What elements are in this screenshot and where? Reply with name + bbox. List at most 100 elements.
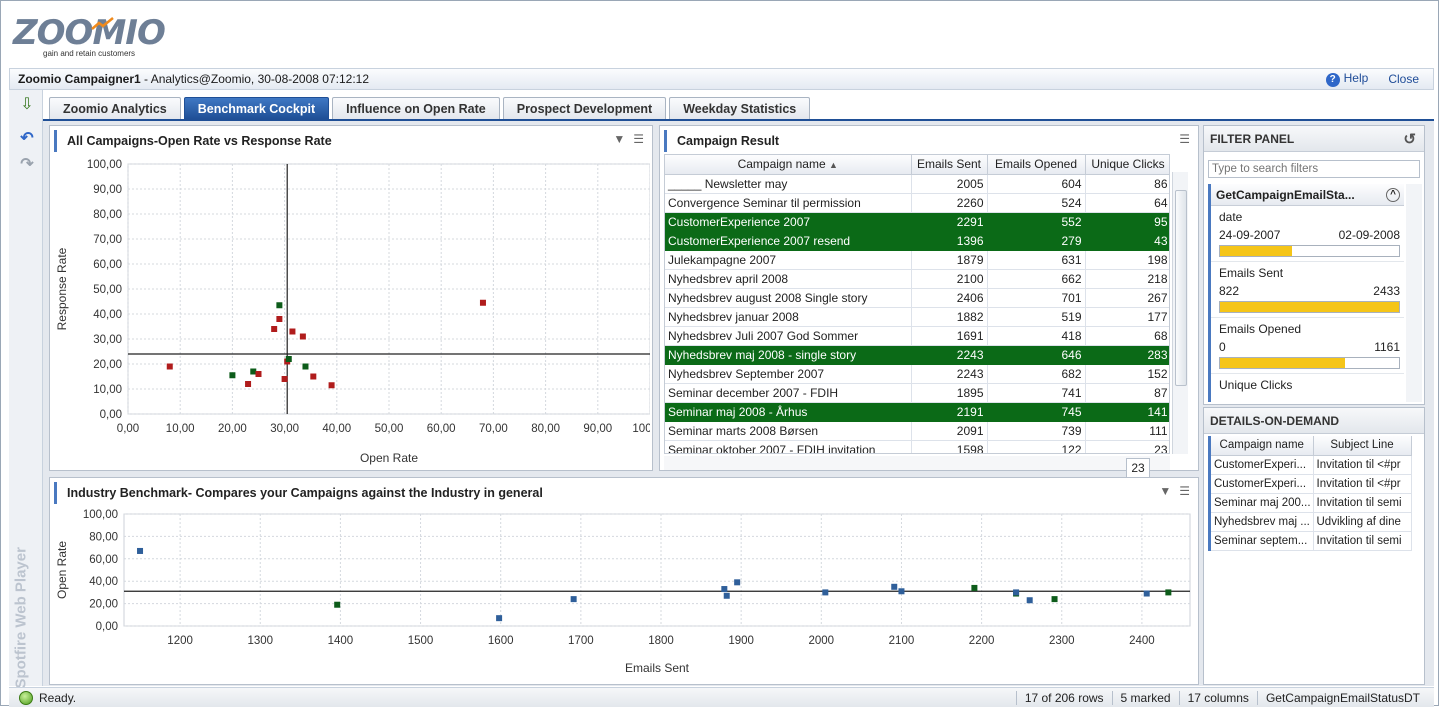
filter-item[interactable]: Emails Opened 0 1161 bbox=[1211, 318, 1404, 374]
details-row[interactable]: Seminar maj 200... Invitation til semi bbox=[1211, 493, 1412, 513]
help-icon: ? bbox=[1325, 73, 1340, 87]
y-tick-label: 50,00 bbox=[93, 284, 122, 296]
status-table: GetCampaignEmailStatusDT bbox=[1256, 690, 1434, 705]
tab-bar: Zoomio Analytics Benchmark Cockpit Influ… bbox=[49, 97, 811, 119]
table-row[interactable]: CustomerExperience 2007 resend 1396 279 43 bbox=[665, 231, 1169, 251]
filter-range-slider[interactable] bbox=[1219, 357, 1400, 369]
table-row[interactable]: Nyhedsbrev april 2008 2100 662 218 bbox=[665, 269, 1169, 289]
y-tick-label: 100,00 bbox=[87, 159, 122, 171]
filter-item[interactable]: Emails Sent 822 2433 bbox=[1211, 262, 1404, 318]
data-point bbox=[479, 299, 486, 306]
tab-weekday-statistics[interactable]: Weekday Statistics bbox=[669, 97, 811, 119]
table-cell-clicks: 141 bbox=[1085, 402, 1169, 422]
table-cell-name: CustomerExperience 2007 resend bbox=[665, 231, 912, 251]
table-row[interactable]: Nyhedsbrev Juli 2007 God Sommer 1691 418 68 bbox=[665, 326, 1169, 346]
tab-benchmark-cockpit[interactable]: Benchmark Cockpit bbox=[183, 97, 330, 119]
x-tick-label: 1200 bbox=[167, 635, 193, 647]
table-cell-clicks: 152 bbox=[1085, 364, 1169, 384]
table-row[interactable]: CustomerExperience 2007 2291 552 95 bbox=[665, 212, 1169, 232]
y-axis-label: Open Rate bbox=[55, 541, 69, 599]
chart1-plot[interactable]: 0,00 10,00 20,00 30,00 40,00 50,00 60,00 70,00 8… bbox=[50, 156, 650, 470]
session-info: - Analytics@Zoomio, 30-08-2008 07:12:12 bbox=[140, 72, 369, 86]
scroll-thumb[interactable] bbox=[1175, 190, 1187, 386]
table-row[interactable]: Julekampagne 2007 1879 631 198 bbox=[665, 250, 1169, 270]
filter-next[interactable]: Unique Clicks bbox=[1211, 374, 1404, 396]
filter-item[interactable]: date 24-09-2007 02-09-2008 bbox=[1211, 206, 1404, 262]
col-campaign-name[interactable]: Campaign name ▲ bbox=[665, 155, 912, 175]
x-tick-label: 100,00 bbox=[632, 423, 650, 435]
table-cell-sent: 2243 bbox=[911, 345, 988, 365]
tab-zoomio-analytics[interactable]: Zoomio Analytics bbox=[49, 97, 181, 119]
col-unique-clicks[interactable]: Unique Clicks bbox=[1085, 155, 1169, 175]
chart2-plot[interactable]: 0,00 20,00 40,00 60,00 80,00 100,00 1200 1300 14… bbox=[50, 506, 1196, 684]
x-tick-label: 80,00 bbox=[531, 423, 560, 435]
y-tick-label: 100,00 bbox=[83, 509, 118, 521]
table-row[interactable]: Seminar december 2007 - FDIH 1895 741 87 bbox=[665, 383, 1169, 403]
details-col-subject-line[interactable]: Subject Line bbox=[1313, 436, 1412, 456]
status-rows: 17 of 206 rows bbox=[1015, 690, 1112, 705]
filter-search-input[interactable] bbox=[1208, 160, 1420, 178]
redo-icon[interactable]: ↷ bbox=[18, 156, 36, 174]
legend-icon[interactable]: ☰ bbox=[633, 132, 644, 146]
table-row[interactable]: Seminar maj 2008 - Århus 2191 745 141 bbox=[665, 402, 1169, 422]
details-row[interactable]: Seminar septem... Invitation til semi bbox=[1211, 531, 1412, 551]
table-cell-name: Seminar oktober 2007 - FDIH invitation bbox=[665, 440, 912, 453]
data-point bbox=[971, 584, 978, 591]
tab-influence-on-open-rate[interactable]: Influence on Open Rate bbox=[332, 97, 500, 119]
details-row[interactable]: CustomerExperi... Invitation til <#pr bbox=[1211, 455, 1412, 475]
collapse-icon[interactable]: ^ bbox=[1386, 187, 1400, 202]
data-point bbox=[299, 333, 306, 340]
details-col-campaign-name[interactable]: Campaign name bbox=[1211, 436, 1314, 456]
col-emails-sent[interactable]: Emails Sent bbox=[911, 155, 988, 175]
table-cell-opened: 701 bbox=[987, 288, 1086, 308]
details-row[interactable]: CustomerExperi... Invitation til <#pr bbox=[1211, 474, 1412, 494]
table-row[interactable]: Seminar oktober 2007 - FDIH invitation 15… bbox=[665, 440, 1169, 453]
table-cell-clicks: 86 bbox=[1085, 174, 1169, 194]
table-cell-sent: 1879 bbox=[911, 250, 988, 270]
table-cell-sent: 2406 bbox=[911, 288, 988, 308]
chart1-title: All Campaigns-Open Rate vs Response Rate bbox=[54, 130, 652, 152]
filter-scrollbar[interactable] bbox=[1406, 184, 1422, 402]
row-count-badge: 23 bbox=[1126, 458, 1150, 478]
table-row[interactable]: Nyhedsbrev august 2008 Single story 2406 7… bbox=[665, 288, 1169, 308]
legend-icon[interactable]: ☰ bbox=[1179, 132, 1190, 146]
x-tick-label: 30,00 bbox=[270, 423, 299, 435]
details-title: DETAILS-ON-DEMAND bbox=[1204, 408, 1424, 434]
table-row[interactable]: Convergence Seminar til permission 2260 52… bbox=[665, 193, 1169, 213]
data-point bbox=[302, 363, 309, 370]
data-point bbox=[137, 547, 144, 554]
details-row[interactable]: Nyhedsbrev maj ... Udvikling af dine bbox=[1211, 512, 1412, 532]
y-tick-label: 70,00 bbox=[93, 234, 122, 246]
table-cell-clicks: 198 bbox=[1085, 250, 1169, 270]
close-link[interactable]: Close bbox=[1388, 72, 1419, 86]
data-point bbox=[898, 588, 905, 595]
table-row[interactable]: Nyhedsbrev maj 2008 - single story 2243 64… bbox=[665, 345, 1169, 365]
table-row[interactable]: Seminar marts 2008 Børsen 2091 739 111 bbox=[665, 421, 1169, 441]
filter-range-slider[interactable] bbox=[1219, 245, 1400, 257]
filter-range-slider[interactable] bbox=[1219, 301, 1400, 313]
undo-icon[interactable]: ↶ bbox=[18, 130, 36, 148]
filter-range-fill bbox=[1220, 302, 1399, 312]
dropdown-icon[interactable]: ▼ bbox=[1159, 484, 1171, 498]
reset-filters-icon[interactable]: ↺ bbox=[1403, 130, 1416, 148]
table-horizontal-scrollbar[interactable] bbox=[664, 456, 1170, 470]
filter-group-header[interactable]: GetCampaignEmailSta... ^ bbox=[1211, 184, 1404, 206]
table-cell-sent: 2291 bbox=[911, 212, 988, 232]
table-row[interactable]: _____ Newsletter may 2005 604 86 bbox=[665, 174, 1169, 194]
help-link[interactable]: ? Help bbox=[1325, 71, 1368, 87]
x-tick-label: 2000 bbox=[809, 635, 835, 647]
export-data-icon[interactable]: ⇩ bbox=[18, 96, 36, 114]
table-cell-sent: 1598 bbox=[911, 440, 988, 453]
table-row[interactable]: Nyhedsbrev September 2007 2243 682 152 bbox=[665, 364, 1169, 384]
dropdown-icon[interactable]: ▼ bbox=[613, 132, 625, 146]
legend-icon[interactable]: ☰ bbox=[1179, 484, 1190, 498]
table-cell-opened: 741 bbox=[987, 383, 1086, 403]
filter-max: 02-09-2008 bbox=[1338, 228, 1400, 242]
tab-prospect-development[interactable]: Prospect Development bbox=[502, 97, 667, 119]
filter-min: 0 bbox=[1219, 340, 1226, 354]
col-emails-opened[interactable]: Emails Opened bbox=[987, 155, 1086, 175]
table-row[interactable]: Nyhedsbrev januar 2008 1882 519 177 bbox=[665, 307, 1169, 327]
table-cell-opened: 524 bbox=[987, 193, 1086, 213]
table-vertical-scrollbar[interactable] bbox=[1172, 172, 1188, 454]
x-tick-label: 1700 bbox=[568, 635, 594, 647]
